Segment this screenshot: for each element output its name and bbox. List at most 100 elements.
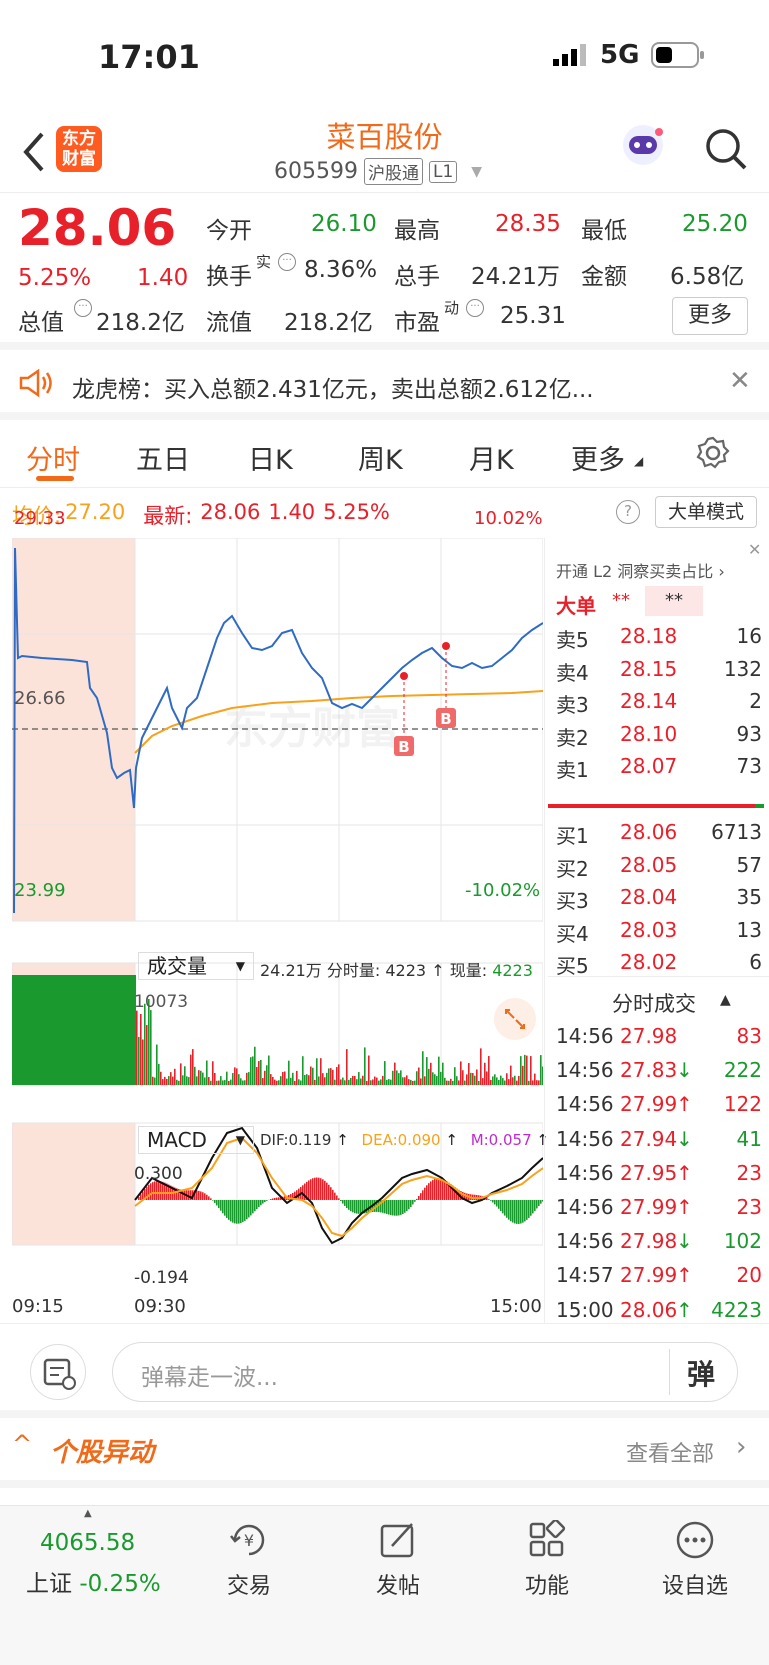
axis-bottom-price: 23.99 bbox=[14, 880, 66, 901]
volume-bar bbox=[384, 1061, 386, 1085]
macd-bar bbox=[250, 1200, 252, 1216]
tick-price: 27.99 bbox=[620, 1195, 678, 1219]
macd-bar bbox=[214, 1200, 216, 1203]
tick-volume: 102 bbox=[723, 1229, 762, 1254]
l2-promo-link[interactable]: 开通 L2 洞察买卖占比 › bbox=[556, 558, 725, 582]
ask-row[interactable]: 卖3 28.14 2 bbox=[556, 689, 762, 719]
macd-bar bbox=[246, 1200, 248, 1220]
ask-row[interactable]: 卖2 28.10 93 bbox=[556, 722, 762, 752]
comment-list-icon[interactable] bbox=[30, 1344, 86, 1400]
macd-bar bbox=[238, 1200, 240, 1224]
volume-bar bbox=[216, 1080, 218, 1085]
tab-weekly-k[interactable]: 周K bbox=[358, 438, 403, 477]
macd-bar bbox=[220, 1200, 222, 1211]
volume-bar bbox=[236, 1068, 238, 1085]
info-icon[interactable]: ··· bbox=[466, 299, 484, 317]
low-value: 25.20 bbox=[682, 211, 748, 237]
bid-row[interactable]: 买3 28.04 35 bbox=[556, 885, 762, 915]
bid-row[interactable]: 买1 28.06 6713 bbox=[556, 820, 762, 850]
nav-trade[interactable]: ¥ 交易 bbox=[184, 1506, 314, 1600]
stock-movers-section[interactable]: ^ 个股异动 查看全部 › bbox=[0, 1418, 769, 1488]
big-order-value-box: ** bbox=[645, 586, 703, 616]
volume-bar bbox=[420, 1078, 422, 1085]
macd-bar bbox=[320, 1178, 322, 1200]
ask-label: 卖2 bbox=[556, 725, 589, 750]
volume-bar bbox=[472, 1073, 474, 1085]
open-label: 今开 bbox=[206, 218, 252, 244]
trade-icon: ¥ bbox=[229, 1520, 269, 1560]
tab-more[interactable]: 更多 bbox=[571, 438, 625, 477]
close-icon[interactable]: ✕ bbox=[748, 540, 761, 559]
tab-intraday[interactable]: 分时 bbox=[26, 438, 80, 477]
more-button[interactable]: 更多 bbox=[672, 297, 748, 335]
macd-bar bbox=[272, 1198, 274, 1200]
battery-icon bbox=[651, 42, 705, 68]
volume-selector[interactable]: 成交量 ▼ bbox=[138, 952, 254, 980]
volume-bar bbox=[212, 1061, 214, 1085]
dropdown-icon[interactable]: ▼ bbox=[471, 164, 482, 180]
view-all-link[interactable]: 查看全部 bbox=[626, 1436, 714, 1468]
nav-add-watchlist[interactable]: 设自选 bbox=[630, 1506, 760, 1600]
robot-assistant-icon[interactable] bbox=[620, 122, 666, 168]
nav-trade-label: 交易 bbox=[226, 1574, 271, 1599]
macd-bar bbox=[264, 1200, 266, 1203]
volume-bar bbox=[230, 1079, 232, 1085]
info-icon[interactable]: ··· bbox=[278, 253, 296, 271]
big-order-mode-button[interactable]: 大单模式 bbox=[655, 496, 757, 528]
volume-bar bbox=[522, 1065, 524, 1085]
tab-five-day[interactable]: 五日 bbox=[136, 438, 190, 477]
volume-bar bbox=[232, 1073, 234, 1085]
volume-bar bbox=[260, 1059, 262, 1085]
ask-row[interactable]: 卖4 28.15 132 bbox=[556, 657, 762, 687]
volume-bar bbox=[138, 1036, 140, 1085]
settings-icon[interactable] bbox=[696, 436, 730, 470]
volume-bar bbox=[198, 1070, 200, 1085]
macd-bar bbox=[394, 1200, 396, 1216]
ask-row[interactable]: 卖1 28.07 73 bbox=[556, 754, 762, 784]
tick-volume: 4223 bbox=[711, 1297, 762, 1322]
volume-bar bbox=[284, 1071, 286, 1085]
ask-row[interactable]: 卖5 28.18 16 bbox=[556, 624, 762, 654]
tick-volume: 122 bbox=[723, 1092, 762, 1117]
macd-bar bbox=[334, 1192, 336, 1200]
tab-monthly-k[interactable]: 月K bbox=[469, 438, 514, 477]
avg-value: 27.20 bbox=[65, 500, 126, 524]
macd-bar bbox=[324, 1180, 326, 1200]
index-value[interactable]: 4065.58 bbox=[40, 1530, 135, 1556]
volume-bar bbox=[252, 1056, 254, 1085]
macd-bar bbox=[434, 1179, 436, 1200]
macd-bar bbox=[318, 1177, 320, 1200]
nav-post[interactable]: 发帖 bbox=[333, 1506, 463, 1600]
volume-bar bbox=[318, 1076, 320, 1085]
tab-daily-k[interactable]: 日K bbox=[248, 438, 293, 477]
index-change[interactable]: 上证 -0.25% bbox=[26, 1564, 161, 1598]
chart-svg: 东方财富 B B bbox=[12, 538, 543, 1246]
volume-bar bbox=[336, 1067, 338, 1085]
nav-functions[interactable]: 功能 bbox=[482, 1506, 612, 1600]
volume-bar bbox=[164, 1076, 166, 1085]
danmu-button[interactable]: 弹 bbox=[687, 1353, 715, 1393]
axis-mid-price: 26.66 bbox=[14, 688, 66, 709]
bid-row[interactable]: 买2 28.05 57 bbox=[556, 853, 762, 883]
close-icon[interactable]: ✕ bbox=[729, 366, 751, 396]
notice-bar[interactable]: 龙虎榜：买入总额2.431亿元，卖出总额2.612亿... ✕ bbox=[0, 350, 769, 420]
info-icon[interactable]: ··· bbox=[74, 299, 92, 317]
volume-bar bbox=[322, 1073, 324, 1085]
search-icon[interactable] bbox=[703, 126, 749, 172]
volume-bar bbox=[226, 1071, 228, 1085]
volume-bar bbox=[374, 1076, 376, 1085]
macd-bar bbox=[492, 1200, 494, 1203]
expand-icon[interactable] bbox=[494, 998, 536, 1040]
tick-title[interactable]: 分时成交 bbox=[612, 988, 696, 1018]
help-icon[interactable]: ? bbox=[616, 500, 640, 524]
more-circle-icon bbox=[675, 1520, 715, 1560]
indicator-selector-label: MACD bbox=[147, 1128, 207, 1152]
volume-bar bbox=[498, 1080, 500, 1085]
bid-row[interactable]: 买4 28.03 13 bbox=[556, 918, 762, 948]
volume-bar bbox=[350, 1077, 352, 1085]
volume-bar bbox=[186, 1076, 188, 1085]
macd-bar bbox=[262, 1200, 264, 1204]
danmu-input[interactable]: 弹幕走一波... 弹 bbox=[112, 1342, 738, 1402]
volume-bar bbox=[346, 1049, 348, 1085]
indicator-selector[interactable]: MACD ▼ bbox=[138, 1126, 254, 1154]
